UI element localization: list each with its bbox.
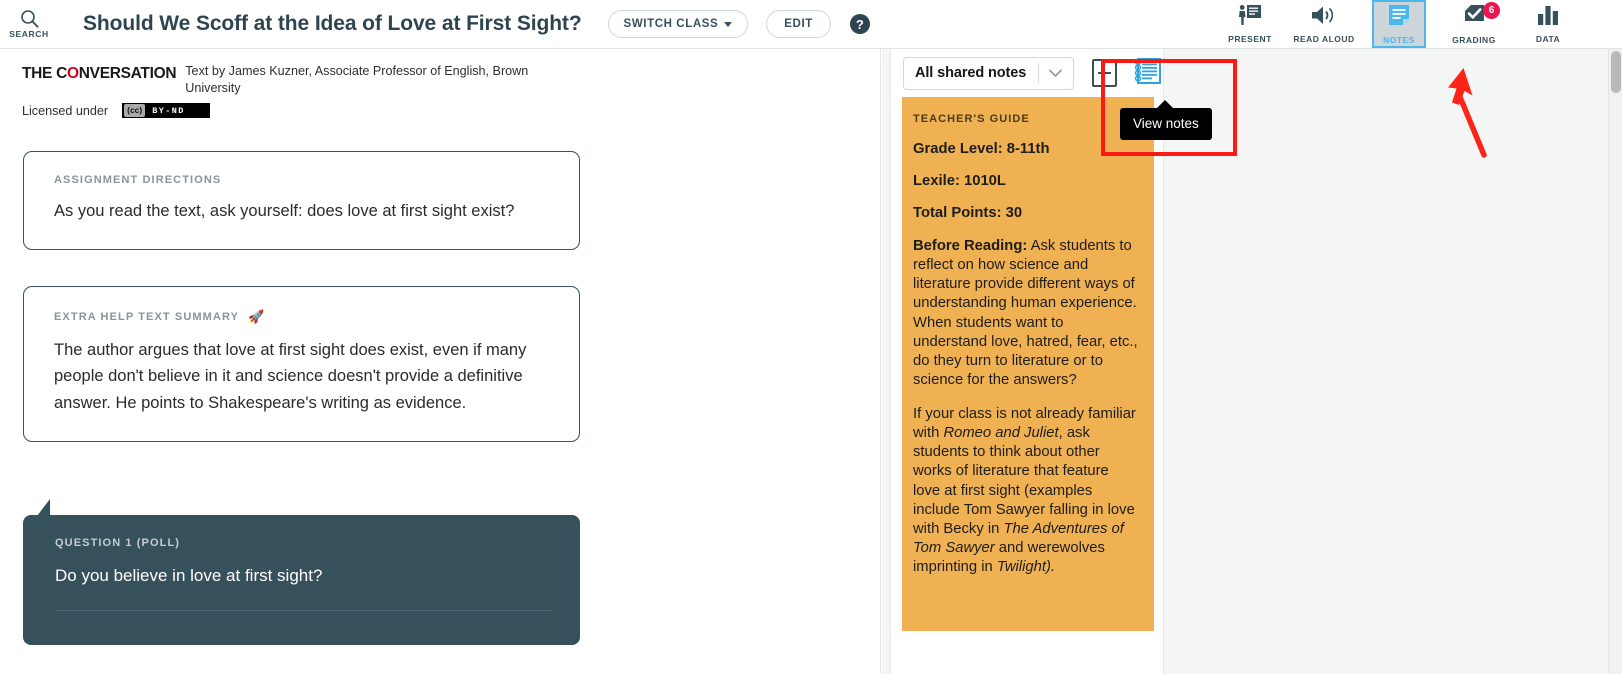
notes-filter-select[interactable]: All shared notes bbox=[903, 56, 1074, 90]
collapse-notes-button[interactable] bbox=[1091, 59, 1117, 87]
view-notes-tooltip: View notes bbox=[1120, 100, 1212, 140]
summary-kicker-label: EXTRA HELP TEXT SUMMARY bbox=[54, 310, 240, 323]
search-button[interactable]: SEARCH bbox=[0, 0, 58, 48]
chevron-down-icon bbox=[724, 21, 733, 27]
tab-grading-label: GRADING bbox=[1452, 34, 1496, 45]
assignment-directions-card: ASSIGNMENT DIRECTIONS As you read the te… bbox=[23, 151, 580, 250]
directions-text: As you read the text, ask yourself: does… bbox=[54, 202, 515, 220]
edit-button[interactable]: EDIT bbox=[766, 10, 831, 38]
tab-grading[interactable]: 6 GRADING bbox=[1448, 0, 1500, 48]
minus-collapse-icon bbox=[1097, 71, 1111, 75]
switch-class-label: SWITCH CLASS bbox=[623, 18, 719, 30]
question-poll-card: QUESTION 1 (POLL) Do you believe in love… bbox=[23, 498, 580, 645]
notes-filter-value: All shared notes bbox=[915, 65, 1027, 81]
tab-notes-label: NOTES bbox=[1383, 35, 1415, 45]
view-notes-button[interactable] bbox=[1133, 57, 1163, 89]
help-button[interactable]: ? bbox=[849, 14, 870, 34]
tab-read-aloud-label: READ ALOUD bbox=[1293, 33, 1355, 44]
total-points-line: Total Points: 30 bbox=[913, 205, 1023, 222]
tab-data[interactable]: DATA bbox=[1522, 0, 1574, 48]
page-scrollbar-thumb[interactable] bbox=[1611, 51, 1621, 93]
logo-text-part2: NVERSATION bbox=[78, 65, 177, 82]
poll-card-notch bbox=[37, 498, 50, 516]
cc-circle-icon: (cc) bbox=[124, 104, 146, 117]
summary-kicker-row: EXTRA HELP TEXT SUMMARY 🚀 bbox=[54, 309, 551, 325]
author-byline: Text by James Kuzner, Associate Professo… bbox=[185, 64, 529, 95]
speaker-volume-icon bbox=[1311, 5, 1337, 31]
rocket-icon: 🚀 bbox=[248, 308, 266, 324]
directions-kicker: ASSIGNMENT DIRECTIONS bbox=[54, 174, 222, 186]
switch-class-button[interactable]: SWITCH CLASS bbox=[607, 10, 749, 38]
tab-data-label: DATA bbox=[1535, 33, 1561, 44]
grading-count-badge: 6 bbox=[1483, 2, 1500, 19]
tab-present-label: PRESENT bbox=[1228, 34, 1272, 44]
logo-text-part1: THE C bbox=[22, 65, 68, 82]
logo-red-o: O bbox=[67, 65, 79, 82]
the-conversation-logo: THE CONVERSATION bbox=[22, 65, 177, 83]
notes-pane: All shared notes TEACHER'S GUIDE Grade L… bbox=[882, 49, 1622, 674]
chevron-down-icon bbox=[1039, 69, 1073, 78]
tab-read-aloud[interactable]: READ ALOUD bbox=[1293, 0, 1354, 48]
license-row: Licensed under (cc) BY-ND bbox=[0, 103, 880, 118]
app-root: SEARCH Should We Scoff at the Idea of Lo… bbox=[0, 0, 1622, 674]
romeo-and-juliet-title: Romeo and Juliet bbox=[943, 424, 1059, 441]
page-scrollbar-track[interactable] bbox=[1608, 49, 1622, 674]
notes-toolbar: All shared notes bbox=[891, 49, 1163, 97]
lexile-line: Lexile: 1010L bbox=[913, 173, 1006, 190]
lesson-content-pane: THE CONVERSATION Text by James Kuzner, A… bbox=[0, 49, 881, 674]
literature-examples-paragraph: If your class is not already familiar wi… bbox=[913, 405, 1138, 578]
main-nav-tabs: PRESENT READ ALOUD NOTES 6 GRADING DATA bbox=[1202, 0, 1622, 48]
edit-label: EDIT bbox=[784, 18, 813, 30]
poll-kicker: QUESTION 1 (POLL) bbox=[55, 536, 181, 549]
before-reading-label: Before Reading: bbox=[913, 237, 1028, 254]
twilight-title: Twilight). bbox=[996, 559, 1055, 576]
source-attribution: THE CONVERSATION Text by James Kuzner, A… bbox=[0, 49, 880, 97]
teachers-guide-box: TEACHER'S GUIDE Grade Level: 8-11th Lexi… bbox=[902, 97, 1154, 631]
grade-level-line: Grade Level: 8-11th bbox=[913, 141, 1050, 157]
search-icon bbox=[20, 9, 39, 28]
question-mark-icon: ? bbox=[855, 16, 864, 32]
teachers-guide-kicker: TEACHER'S GUIDE bbox=[913, 113, 1030, 125]
before-reading-paragraph: Before Reading: Ask students to reflect … bbox=[913, 237, 1138, 391]
cc-license-type: BY-ND bbox=[152, 105, 185, 116]
summary-text: The author argues that love at first sig… bbox=[54, 340, 527, 413]
tab-notes[interactable]: NOTES bbox=[1372, 0, 1426, 48]
tab-present[interactable]: PRESENT bbox=[1224, 0, 1276, 48]
extra-help-summary-card: EXTRA HELP TEXT SUMMARY 🚀 The author arg… bbox=[23, 285, 580, 442]
page-title: Should We Scoff at the Idea of Love at F… bbox=[83, 12, 582, 35]
presenter-board-icon bbox=[1238, 4, 1262, 31]
license-label: Licensed under bbox=[22, 103, 109, 118]
top-navigation-bar: SEARCH Should We Scoff at the Idea of Lo… bbox=[0, 0, 1622, 49]
notes-column: All shared notes TEACHER'S GUIDE Grade L… bbox=[890, 49, 1164, 674]
poll-question-text: Do you believe in love at first sight? bbox=[55, 564, 552, 611]
bar-chart-icon bbox=[1537, 5, 1559, 31]
search-label: SEARCH bbox=[9, 29, 49, 39]
notebook-icon bbox=[1133, 56, 1163, 91]
note-page-icon bbox=[1387, 3, 1411, 32]
before-reading-text: Ask students to reflect on how science a… bbox=[913, 237, 1138, 389]
creative-commons-badge: (cc) BY-ND bbox=[122, 103, 210, 118]
